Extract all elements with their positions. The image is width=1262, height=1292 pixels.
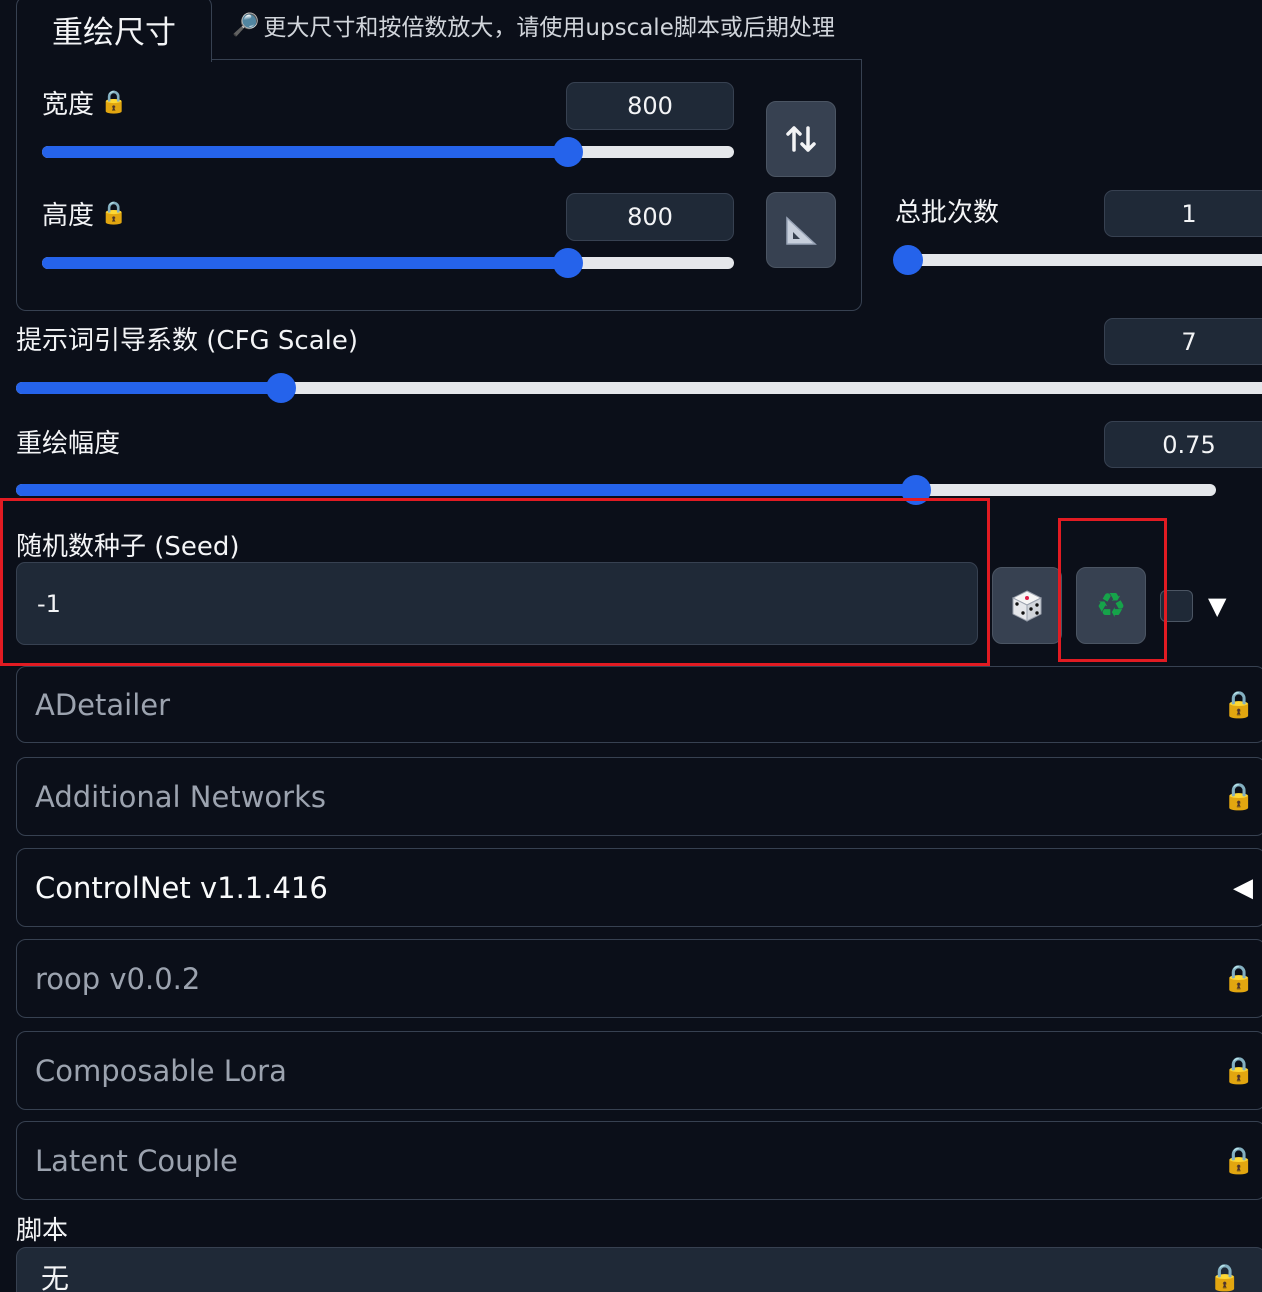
accordion-composable-lora[interactable]: Composable Lora 🔒 [16,1031,1262,1110]
height-slider[interactable] [42,248,734,278]
size-panel [16,59,862,311]
tab-hint-text: 更大尺寸和按倍数放大，请使用upscale脚本或后期处理 [263,15,835,41]
accordion-label: roop v0.0.2 [35,961,201,996]
lock-icon: 🔒 [1222,689,1255,720]
script-dropdown[interactable]: 无 🔒 [16,1247,1262,1292]
accordion-label: Latent Couple [35,1143,238,1178]
tab-hint[interactable]: 🔎 更大尺寸和按倍数放大，请使用upscale脚本或后期处理 [232,8,835,42]
cfg-scale-slider[interactable] [16,373,1262,403]
height-value: 800 [627,203,673,231]
triangle-ruler-icon [786,216,817,245]
accordion-adetailer[interactable]: ADetailer 🔒 [16,666,1262,743]
width-slider[interactable] [42,137,734,167]
tab-resize-dimensions[interactable]: 重绘尺寸 [16,0,212,62]
triangle-left-icon: ◀ [1233,872,1253,903]
cfg-scale-value: 7 [1181,327,1197,356]
batch-count-label: 总批次数 [895,192,999,229]
cfg-scale-input[interactable]: 7 [1104,318,1262,365]
width-slider-fill [42,146,568,158]
swap-dimensions-button[interactable] [766,101,836,177]
aspect-ratio-button[interactable] [766,192,836,268]
lock-icon: 🔒 [1222,1145,1255,1176]
lock-icon: 🔒 [100,90,128,115]
width-value: 800 [627,92,673,120]
random-seed-button[interactable] [992,567,1062,644]
cfg-scale-label: 提示词引导系数 (CFG Scale) [16,320,358,357]
swap-vertical-arrows-icon [786,126,816,152]
lock-icon: 🔒 [1208,1263,1241,1292]
accordion-additional-networks[interactable]: Additional Networks 🔒 [16,757,1262,836]
denoise-label-text: 重绘幅度 [16,429,121,459]
batch-count-input[interactable]: 1 [1104,190,1262,237]
seed-highlight-box [0,498,990,666]
denoise-label: 重绘幅度 [16,423,120,460]
height-number-input[interactable]: 800 [566,193,734,241]
width-label: 宽度 🔒 [42,84,127,121]
batch-count-slider-thumb[interactable] [893,245,923,275]
script-label-text: 脚本 [16,1216,69,1246]
denoise-slider-fill [16,484,916,496]
accordion-label: ControlNet v1.1.416 [35,870,328,905]
accordion-roop[interactable]: roop v0.0.2 🔒 [16,939,1262,1018]
script-label: 脚本 [16,1210,68,1247]
height-label: 高度 🔒 [42,195,127,232]
height-label-text: 高度 [42,201,95,231]
batch-count-value: 1 [1181,199,1197,228]
height-slider-thumb[interactable] [552,248,583,278]
height-slider-fill [42,257,568,269]
lock-icon: 🔒 [1222,781,1255,812]
lock-icon: 🔒 [1222,1055,1255,1086]
accordion-latent-couple[interactable]: Latent Couple 🔒 [16,1121,1262,1200]
width-slider-thumb[interactable] [552,137,583,167]
width-number-input[interactable]: 800 [566,82,734,130]
batch-count-label-text: 总批次数 [895,198,1000,228]
cfg-scale-label-text: 提示词引导系数 (CFG Scale) [16,326,359,356]
cfg-scale-slider-fill [16,382,281,394]
cfg-scale-slider-thumb[interactable] [265,373,296,403]
accordion-label: ADetailer [35,687,171,722]
accordion-label: Composable Lora [35,1053,287,1088]
magnifier-icon: 🔎 [232,12,260,38]
accordion-controlnet[interactable]: ControlNet v1.1.416 ◀ [16,848,1262,927]
lock-icon: 🔒 [1222,963,1255,994]
triangle-down-icon[interactable]: ▼ [1208,592,1226,620]
denoise-input[interactable]: 0.75 [1104,421,1262,468]
reuse-seed-highlight-box [1058,518,1167,662]
tab-label: 重绘尺寸 [52,15,176,51]
width-label-text: 宽度 [42,90,95,120]
denoise-value: 0.75 [1162,430,1216,459]
lock-icon: 🔒 [100,201,128,226]
script-selected-value: 无 [41,1262,70,1292]
denoise-slider[interactable] [16,475,1216,505]
batch-count-slider[interactable] [893,245,1262,275]
dice-icon [1011,589,1043,622]
accordion-label: Additional Networks [35,779,326,814]
